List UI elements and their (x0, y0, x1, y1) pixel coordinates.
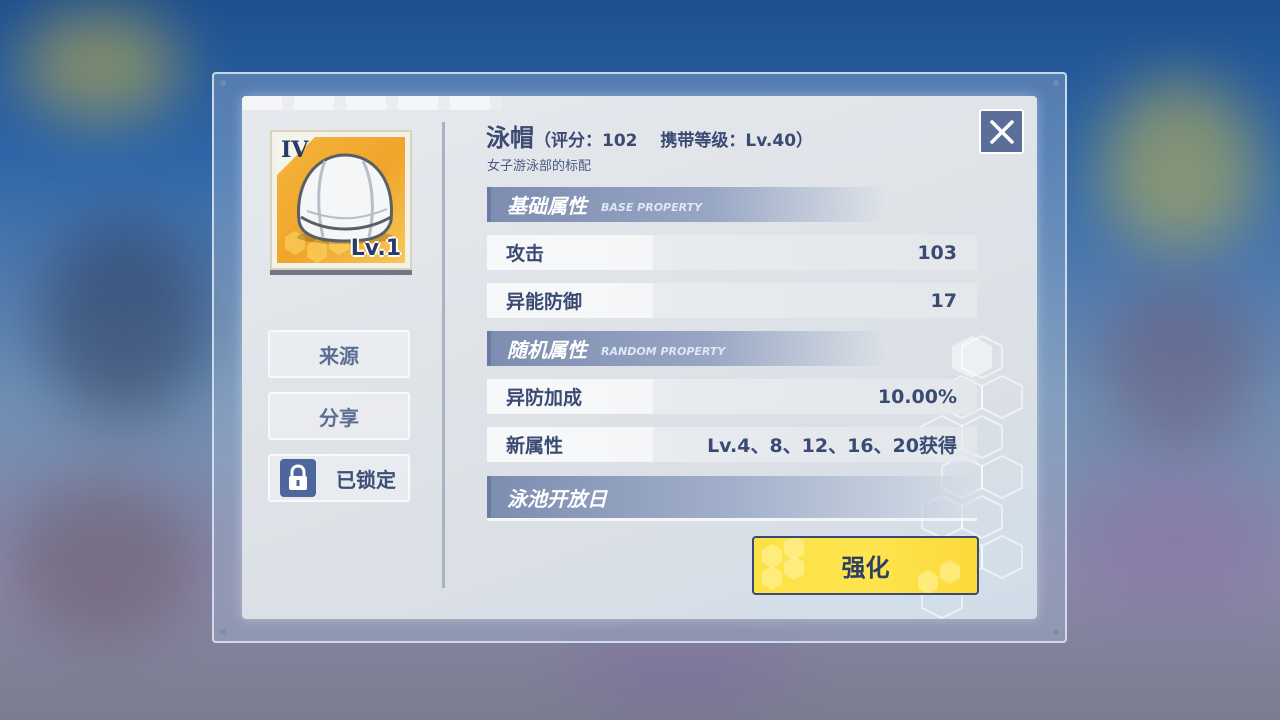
lock-icon (280, 459, 316, 497)
lock-toggle-button[interactable]: 已锁定 (268, 454, 410, 502)
stat-row: 异能防御 17 (487, 283, 977, 318)
source-button-label: 来源 (319, 343, 359, 368)
frame-rivet (1053, 80, 1059, 86)
background-blob (20, 10, 180, 120)
background-blob (1100, 80, 1260, 250)
stat-row: 异防加成 10.00% (487, 379, 977, 414)
set-name-title: 泳池开放日 (507, 486, 607, 511)
base-property-title: 基础属性 (507, 194, 587, 218)
share-button[interactable]: 分享 (268, 392, 410, 440)
background-blob (1100, 280, 1260, 450)
background-blob (1080, 470, 1270, 610)
frame-rivet (220, 80, 226, 86)
lock-status-label: 已锁定 (336, 467, 396, 492)
enhance-button-label: 强化 (841, 554, 890, 582)
random-property-header: 随机属性 RANDOM PROPERTY (487, 331, 887, 366)
base-property-header: 基础属性 BASE PROPERTY (487, 187, 887, 222)
stat-label: 异防加成 (487, 379, 653, 414)
item-meta: （评分：102 携带等级：Lv.40） (534, 131, 814, 151)
share-button-label: 分享 (319, 405, 359, 430)
stat-value: Lv.4、8、12、16、20获得 (707, 435, 957, 457)
item-name: 泳帽 (486, 124, 534, 152)
background-blob (560, 640, 800, 710)
source-button[interactable]: 来源 (268, 330, 410, 378)
enhance-button[interactable]: 强化 (752, 536, 979, 595)
item-card-background: IV Lv.1 (277, 137, 405, 263)
stat-row: 攻击 103 (487, 235, 977, 270)
stat-label: 异能防御 (487, 283, 653, 318)
background-blob (40, 220, 210, 420)
close-button[interactable] (979, 109, 1024, 154)
random-property-title: 随机属性 (507, 338, 587, 362)
item-level-badge: Lv.1 (350, 236, 401, 261)
item-title-row: 泳帽（评分：102 携带等级：Lv.40） (486, 118, 813, 153)
close-icon (989, 119, 1014, 144)
stat-label: 新属性 (487, 427, 653, 462)
stat-label: 攻击 (487, 235, 653, 270)
base-property-subtitle: BASE PROPERTY (601, 201, 703, 214)
set-name-header: 泳池开放日 (487, 476, 977, 518)
stat-value: 17 (930, 289, 957, 312)
frame-rivet (220, 629, 226, 635)
stat-value: 103 (917, 241, 957, 264)
panel-divider (442, 122, 445, 588)
swim-cap-icon (297, 153, 393, 244)
random-property-subtitle: RANDOM PROPERTY (601, 345, 726, 358)
stat-value: 10.00% (877, 385, 957, 408)
stat-row: 新属性 Lv.4、8、12、16、20获得 (487, 427, 977, 462)
frame-rivet (1053, 629, 1059, 635)
set-name-underline (487, 518, 977, 521)
background-blob (10, 480, 200, 640)
item-description: 女子游泳部的标配 (487, 159, 592, 174)
item-card: IV Lv.1 (270, 130, 412, 270)
